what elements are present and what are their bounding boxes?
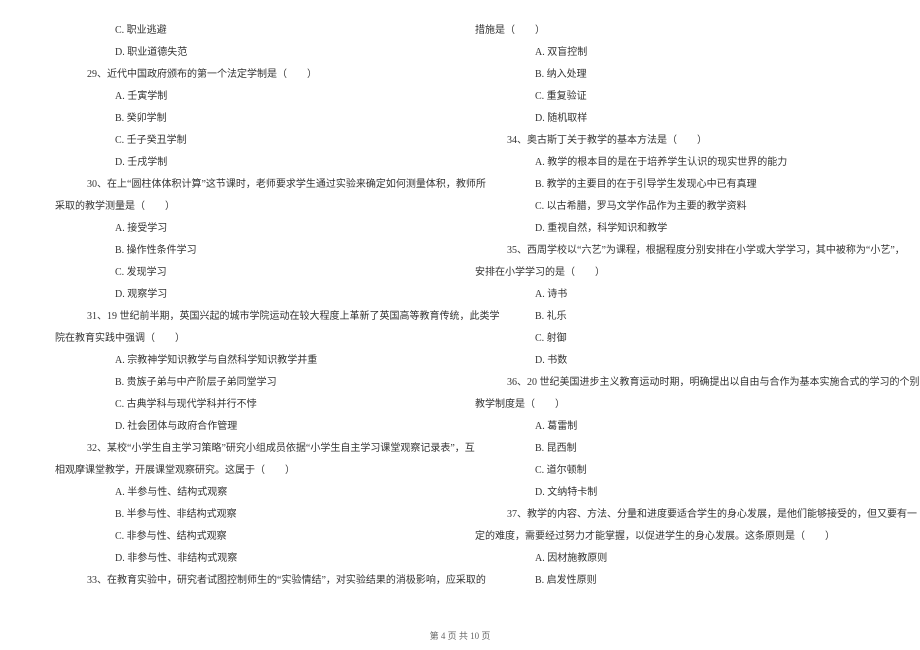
text-line: C. 古典学科与现代学科并行不悖	[55, 394, 445, 416]
text-line: 37、教学的内容、方法、分量和进度要适合学生的身心发展，是他们能够接受的，但又要…	[475, 504, 865, 526]
text-line: D. 文纳特卡制	[475, 482, 865, 504]
text-line: 定的难度，需要经过努力才能掌握，以促进学生的身心发展。这条原则是（ ）	[475, 526, 865, 548]
exam-page: C. 职业逃避D. 职业道德失范29、近代中国政府颁布的第一个法定学制是（ ）A…	[0, 0, 920, 650]
text-line: A. 壬寅学制	[55, 86, 445, 108]
text-line: 院在教育实践中强调（ ）	[55, 328, 445, 350]
left-column: C. 职业逃避D. 职业道德失范29、近代中国政府颁布的第一个法定学制是（ ）A…	[40, 20, 460, 620]
text-line: D. 观察学习	[55, 284, 445, 306]
text-line: D. 随机取样	[475, 108, 865, 130]
text-line: A. 双盲控制	[475, 42, 865, 64]
text-line: 34、奥古斯丁关于教学的基本方法是（ ）	[475, 130, 865, 152]
text-line: D. 非参与性、非结构式观察	[55, 548, 445, 570]
text-line: 采取的教学测量是（ ）	[55, 196, 445, 218]
text-line: D. 壬戌学制	[55, 152, 445, 174]
text-line: A. 半参与性、结构式观察	[55, 482, 445, 504]
text-line: B. 贵族子弟与中产阶层子弟同堂学习	[55, 372, 445, 394]
page-footer: 第 4 页 共 10 页	[0, 629, 920, 642]
text-line: B. 昆西制	[475, 438, 865, 460]
text-line: 30、在上“圆柱体体积计算”这节课时，老师要求学生通过实验来确定如何测量体积，教…	[55, 174, 445, 196]
text-line: A. 诗书	[475, 284, 865, 306]
text-line: B. 操作性条件学习	[55, 240, 445, 262]
text-line: A. 接受学习	[55, 218, 445, 240]
text-line: C. 道尔顿制	[475, 460, 865, 482]
text-line: D. 职业道德失范	[55, 42, 445, 64]
text-line: 31、19 世纪前半期，英国兴起的城市学院运动在较大程度上革新了英国高等教育传统…	[55, 306, 445, 328]
text-line: B. 礼乐	[475, 306, 865, 328]
text-line: C. 以古希腊，罗马文学作品作为主要的教学资料	[475, 196, 865, 218]
right-column: 措施是（ ）A. 双盲控制B. 纳入处理C. 重复验证D. 随机取样34、奥古斯…	[460, 20, 880, 620]
text-line: B. 教学的主要目的在于引导学生发现心中已有真理	[475, 174, 865, 196]
text-line: C. 发现学习	[55, 262, 445, 284]
text-line: D. 社会团体与政府合作管理	[55, 416, 445, 438]
text-line: D. 重视自然，科学知识和教学	[475, 218, 865, 240]
text-line: 35、西周学校以“六艺”为课程，根据程度分别安排在小学或大学学习，其中被称为“小…	[475, 240, 865, 262]
text-line: 33、在教育实验中，研究者试图控制师生的“实验情结”，对实验结果的消极影响，应采…	[55, 570, 445, 592]
text-line: 安排在小学学习的是（ ）	[475, 262, 865, 284]
text-line: 相观摩课堂教学，开展课堂观察研究。这属于（ ）	[55, 460, 445, 482]
text-line: B. 癸卯学制	[55, 108, 445, 130]
text-line: A. 教学的根本目的是在于培养学生认识的现实世界的能力	[475, 152, 865, 174]
text-line: A. 因材施教原则	[475, 548, 865, 570]
text-line: 36、20 世纪美国进步主义教育运动时期，明确提出以自由与合作为基本实施合式的学…	[475, 372, 865, 394]
text-line: A. 葛雷制	[475, 416, 865, 438]
text-line: C. 壬子癸丑学制	[55, 130, 445, 152]
text-line: C. 射御	[475, 328, 865, 350]
text-line: A. 宗教神学知识教学与自然科学知识教学并重	[55, 350, 445, 372]
text-line: 教学制度是（ ）	[475, 394, 865, 416]
text-line: C. 非参与性、结构式观察	[55, 526, 445, 548]
text-line: D. 书数	[475, 350, 865, 372]
text-line: 29、近代中国政府颁布的第一个法定学制是（ ）	[55, 64, 445, 86]
text-line: B. 纳入处理	[475, 64, 865, 86]
text-line: C. 职业逃避	[55, 20, 445, 42]
text-line: B. 启发性原则	[475, 570, 865, 592]
text-line: C. 重复验证	[475, 86, 865, 108]
text-line: B. 半参与性、非结构式观察	[55, 504, 445, 526]
text-line: 32、某校“小学生自主学习策略”研究小组成员依据“小学生自主学习课堂观察记录表”…	[55, 438, 445, 460]
text-line: 措施是（ ）	[475, 20, 865, 42]
